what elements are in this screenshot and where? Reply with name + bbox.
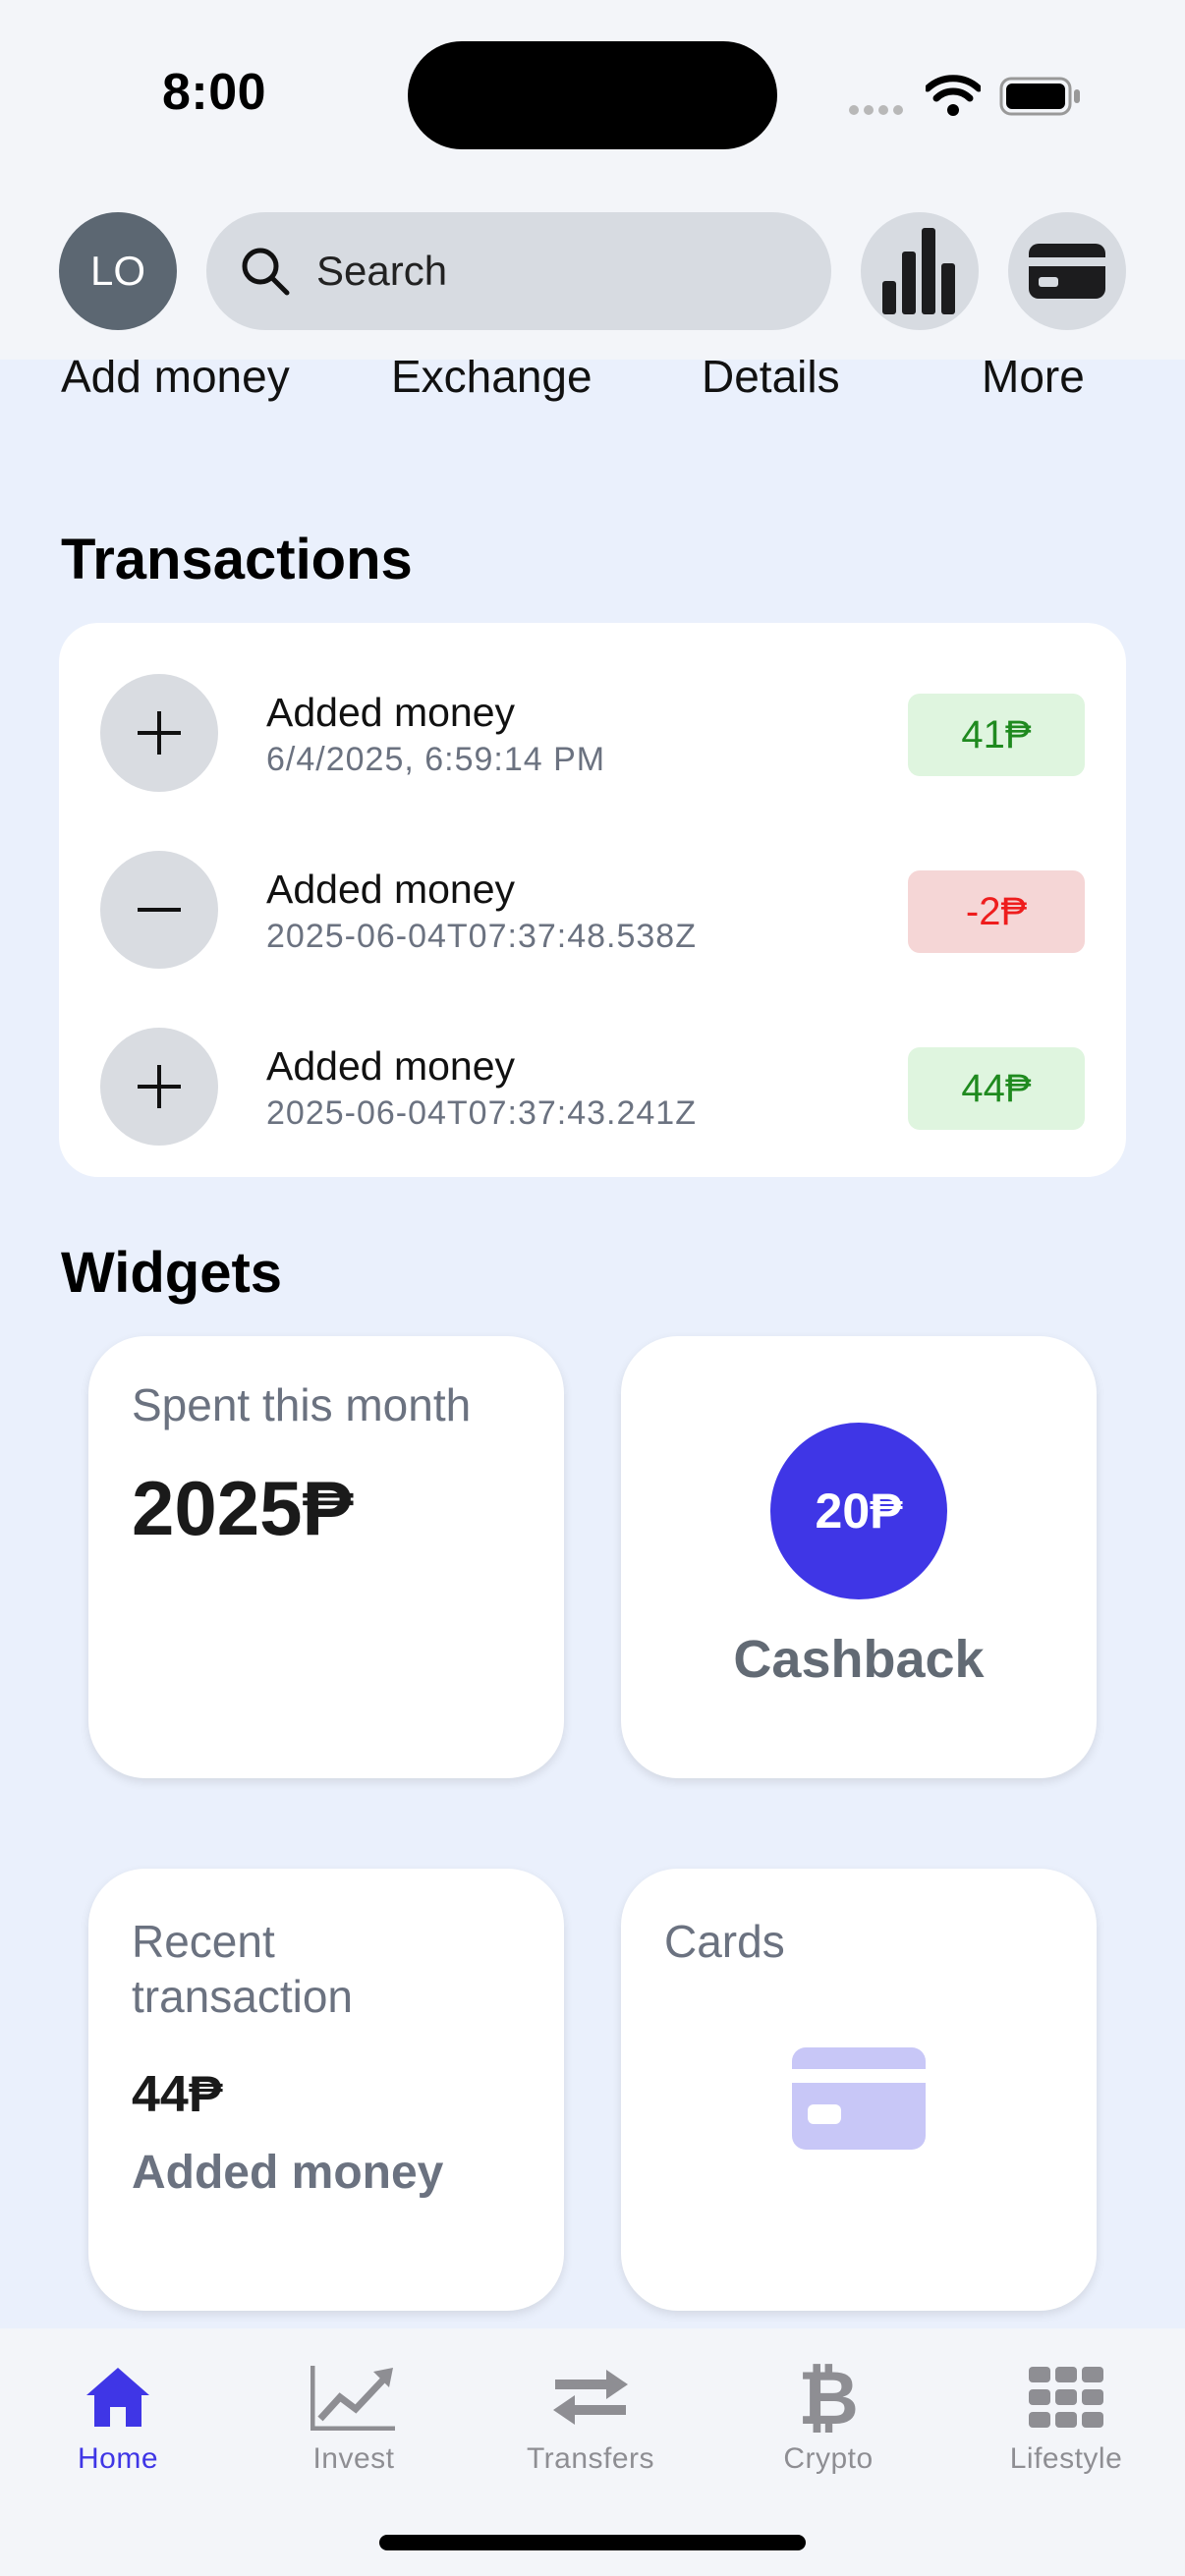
recent-amount: 44₱ — [132, 2066, 223, 2123]
search-input[interactable]: Search — [206, 212, 831, 330]
recent-transaction-widget[interactable]: Recent transaction 44₱ Added money — [88, 1869, 564, 2311]
tab-label: Lifestyle — [1009, 2442, 1123, 2475]
recent-label-line2: transaction — [132, 1971, 354, 2022]
transaction-title: Added money — [266, 1043, 516, 1089]
tab-label: Home — [77, 2442, 159, 2475]
plus-icon — [100, 674, 218, 792]
transaction-date: 2025-06-04T07:37:48.538Z — [266, 918, 697, 955]
search-icon — [242, 248, 290, 296]
transaction-date: 2025-06-04T07:37:43.241Z — [266, 1094, 697, 1132]
tab-label: Transfers — [526, 2442, 655, 2475]
status-time: 8:00 — [162, 64, 267, 121]
cashback-label: Cashback — [733, 1630, 985, 1689]
transaction-row[interactable]: Added money 6/4/2025, 6:59:14 PM 41₱ — [59, 664, 1126, 802]
cellular-signal-icon — [849, 102, 908, 120]
tab-home[interactable]: Home — [20, 2358, 216, 2476]
avatar-initials: LO — [89, 248, 146, 294]
cashback-badge: 20₱ — [770, 1423, 947, 1599]
recent-label-line1: Recent — [132, 1916, 275, 1967]
minus-icon — [100, 851, 218, 969]
transaction-amount: -2₱ — [908, 870, 1085, 953]
transaction-date: 6/4/2025, 6:59:14 PM — [266, 741, 606, 778]
cashback-widget[interactable]: 20₱ Cashback — [621, 1336, 1097, 1778]
credit-card-icon — [792, 2047, 926, 2150]
bitcoin-icon: ₿ — [798, 2353, 859, 2441]
tab-lifestyle[interactable]: Lifestyle — [968, 2358, 1164, 2476]
credit-card-icon — [1029, 244, 1105, 299]
battery-icon — [999, 77, 1080, 116]
tab-crypto[interactable]: ₿ Crypto — [730, 2354, 927, 2476]
spent-value: 2025₱ — [132, 1465, 354, 1551]
tab-label: Invest — [312, 2442, 395, 2475]
spent-label: Spent this month — [132, 1379, 472, 1430]
spent-this-month-widget[interactable]: Spent this month 2025₱ — [88, 1336, 564, 1778]
top-bar: 8:00 LO Search — [0, 0, 1185, 360]
tab-invest[interactable]: Invest — [255, 2358, 452, 2476]
transaction-row[interactable]: Added money 2025-06-04T07:37:48.538Z -2₱ — [59, 841, 1126, 979]
grid-icon — [1029, 2367, 1103, 2428]
stats-button[interactable] — [861, 212, 979, 330]
recent-description: Added money — [132, 2147, 444, 2199]
transactions-title: Transactions — [61, 528, 413, 591]
tab-transfers[interactable]: Transfers — [492, 2358, 689, 2476]
search-placeholder: Search — [316, 248, 448, 294]
transaction-title: Added money — [266, 867, 516, 912]
cards-button[interactable] — [1008, 212, 1126, 330]
home-indicator[interactable] — [379, 2535, 806, 2550]
home-icon — [86, 2368, 149, 2427]
tab-label: Crypto — [783, 2442, 874, 2475]
avatar[interactable]: LO — [59, 212, 177, 330]
bar-chart-icon — [882, 228, 955, 314]
plus-icon — [100, 1028, 218, 1146]
transaction-amount: 41₱ — [908, 694, 1085, 776]
dynamic-island — [408, 41, 777, 149]
cards-label: Cards — [664, 1916, 785, 1967]
transaction-amount: 44₱ — [908, 1047, 1085, 1130]
chart-line-icon — [310, 2366, 395, 2431]
cards-widget[interactable]: Cards — [621, 1869, 1097, 2311]
transaction-row[interactable]: Added money 2025-06-04T07:37:43.241Z 44₱ — [59, 1018, 1126, 1155]
transactions-card: Added money 6/4/2025, 6:59:14 PM 41₱ Add… — [59, 623, 1126, 1177]
transfer-arrows-icon — [553, 2370, 628, 2425]
transaction-title: Added money — [266, 690, 516, 735]
wifi-icon — [926, 75, 981, 116]
widgets-title: Widgets — [61, 1241, 283, 1305]
